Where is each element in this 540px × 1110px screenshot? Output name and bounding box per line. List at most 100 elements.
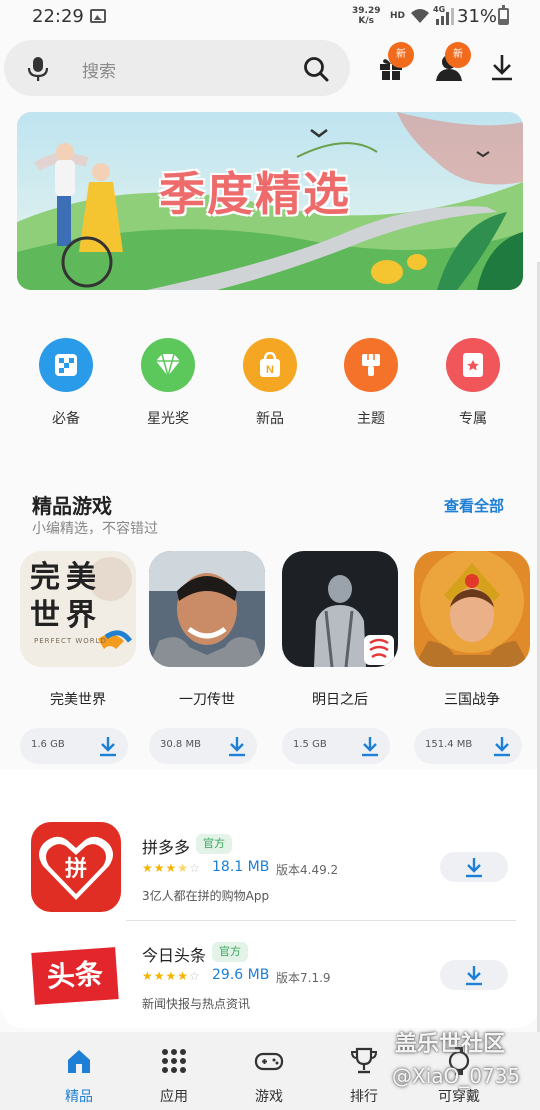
brush-icon[interactable] — [344, 338, 398, 392]
game-icon-perfect-world[interactable]: 完美世界 PERFECT WORLD — [20, 551, 136, 667]
app-description: 3亿人都在拼的购物App — [142, 889, 270, 903]
category-new[interactable]: N 新品 — [225, 338, 315, 428]
game-card[interactable]: 明日之后 1.5 GB — [282, 551, 398, 764]
game-card[interactable]: 三国战争 151.4 MB — [414, 551, 530, 764]
network-speed-unit: K/s — [358, 16, 375, 26]
category-exclusive[interactable]: 专属 — [428, 338, 518, 428]
banner-title: 季度精选 — [159, 167, 351, 221]
game-icon-yidao[interactable] — [149, 551, 265, 667]
download-icon[interactable] — [464, 964, 484, 986]
download-manager-icon[interactable] — [487, 52, 517, 82]
user-new-badge: 新 — [445, 42, 471, 68]
category-label: 新品 — [256, 411, 284, 427]
toutiao-app-icon[interactable]: 头条 — [31, 930, 121, 1020]
network-speed-value: 39.29 — [352, 6, 381, 16]
battery-level — [500, 18, 507, 23]
app-name: 拼多多 — [142, 838, 191, 857]
app-download-button[interactable] — [440, 960, 508, 990]
toutiao-icon-text: 头条 — [31, 947, 119, 1005]
network-speed: 39.29 K/s — [352, 6, 380, 26]
seasonal-picks-banner[interactable]: 季度精选 — [17, 112, 523, 290]
nav-label: 排行 — [350, 1089, 378, 1105]
perfect-world-icon-subtitle: PERFECT WORLD — [34, 637, 107, 645]
download-icon[interactable] — [464, 856, 484, 878]
category-label: 星光奖 — [147, 411, 189, 427]
battery-percent: 31% — [457, 6, 498, 27]
new-bag-icon[interactable]: N — [243, 338, 297, 392]
star-icon: ★★★ — [142, 861, 178, 875]
game-name: 完美世界 — [50, 692, 106, 708]
status-bar: 22:29 39.29 K/s HD 4G 31% — [0, 0, 540, 34]
flag-icon[interactable] — [39, 338, 93, 392]
perfect-world-icon-title: 完美世界 — [30, 560, 102, 633]
diamond-icon[interactable] — [141, 338, 195, 392]
status-time: 22:29 — [32, 6, 84, 27]
category-label: 主题 — [357, 411, 385, 427]
app-list-item-pinduoduo[interactable]: 拼 拼多多 官方 ★★★★☆ 18.1 MB 版本4.49.2 3亿人都在拼的购… — [0, 822, 540, 928]
game-name: 明日之后 — [312, 692, 368, 708]
game-card[interactable]: 一刀传世 30.8 MB — [149, 551, 265, 764]
search-icon[interactable] — [302, 55, 330, 83]
app-description: 新闻快报与热点资讯 — [142, 997, 251, 1011]
game-icon-lifeafter[interactable] — [282, 551, 398, 667]
wifi-icon — [411, 9, 429, 23]
star-icon: ★★★★ — [142, 969, 190, 983]
empty-star-icon: ☆ — [189, 969, 201, 983]
nav-games[interactable]: 游戏 — [229, 1046, 309, 1106]
featured-games-title: 精品游戏 — [32, 494, 112, 518]
game-size: 1.5 GB — [293, 739, 327, 750]
gift-new-badge: 新 — [388, 42, 414, 68]
svg-text:N: N — [266, 364, 274, 376]
signal-icon — [436, 8, 454, 25]
game-download-button[interactable]: 1.5 GB — [282, 728, 390, 764]
star-card-icon[interactable] — [446, 338, 500, 392]
watermark-community: 盖乐世社区 — [395, 1032, 506, 1057]
gamepad-icon[interactable] — [254, 1046, 284, 1076]
trophy-icon[interactable] — [349, 1046, 379, 1076]
featured-games-subtitle: 小编精选，不容错过 — [32, 521, 158, 537]
nav-label: 可穿戴 — [438, 1089, 480, 1105]
empty-star-icon: ☆ — [189, 861, 201, 875]
category-essentials[interactable]: 必备 — [21, 338, 111, 428]
game-icon-sanguo[interactable] — [414, 551, 530, 667]
game-size: 1.6 GB — [31, 739, 65, 750]
app-download-button[interactable] — [440, 852, 508, 882]
apps-grid-icon[interactable] — [159, 1046, 189, 1076]
app-list-item-toutiao[interactable]: 头条 今日头条 官方 ★★★★☆ 29.6 MB 版本7.1.9 新闻快报与热点… — [0, 930, 540, 1036]
game-download-button[interactable]: 151.4 MB — [414, 728, 522, 764]
nav-featured[interactable]: 精品 — [39, 1046, 119, 1106]
microphone-icon[interactable] — [26, 56, 50, 82]
app-size: 18.1 MB — [212, 859, 270, 875]
game-name: 一刀传世 — [179, 692, 235, 708]
hd-voice-indicator: HD — [390, 11, 406, 21]
download-icon[interactable] — [492, 735, 512, 757]
game-download-button[interactable]: 30.8 MB — [149, 728, 257, 764]
category-label: 必备 — [52, 411, 80, 427]
game-name: 三国战争 — [444, 692, 500, 708]
sanguo-art — [414, 551, 530, 667]
download-icon[interactable] — [98, 735, 118, 757]
home-icon[interactable] — [64, 1046, 94, 1076]
official-tag: 官方 — [196, 834, 232, 854]
view-all-link[interactable]: 查看全部 — [444, 495, 504, 516]
app-size: 29.6 MB — [212, 967, 270, 983]
gallery-notification-icon — [90, 9, 106, 23]
nav-apps[interactable]: 应用 — [134, 1046, 214, 1106]
download-icon[interactable] — [360, 735, 380, 757]
game-size: 30.8 MB — [160, 739, 201, 750]
download-icon[interactable] — [227, 735, 247, 757]
watermark-user: @XiaO_0735 — [392, 1064, 521, 1088]
game-download-button[interactable]: 1.6 GB — [20, 728, 128, 764]
list-divider — [126, 920, 516, 921]
category-themes[interactable]: 主题 — [326, 338, 416, 428]
app-version: 版本7.1.9 — [276, 971, 331, 985]
game-size: 151.4 MB — [425, 739, 473, 750]
category-label: 专属 — [459, 411, 487, 427]
search-bar[interactable]: 搜索 — [4, 40, 350, 96]
nav-label: 游戏 — [255, 1089, 283, 1105]
game-card[interactable]: 完美世界 PERFECT WORLD 完美世界 1.6 GB — [20, 551, 136, 764]
category-starlight-award[interactable]: 星光奖 — [123, 338, 213, 428]
pinduoduo-app-icon[interactable]: 拼 — [31, 822, 121, 912]
rating-stars: ★★★★☆ — [142, 969, 201, 983]
search-placeholder[interactable]: 搜索 — [82, 57, 116, 82]
